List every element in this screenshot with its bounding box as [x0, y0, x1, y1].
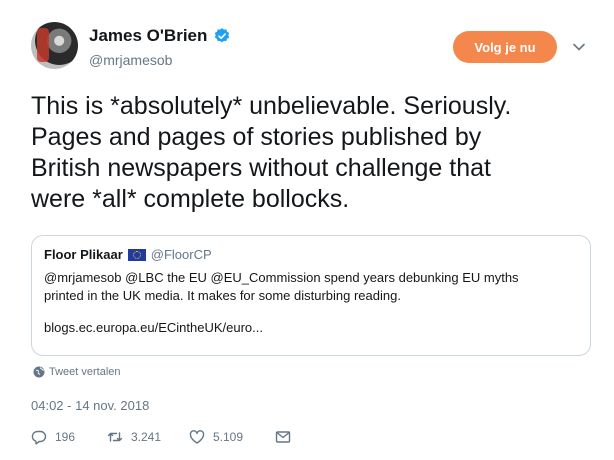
quote-author-handle: @FloorCP	[150, 247, 212, 262]
like-count: 5.109	[213, 430, 244, 444]
name-row: James O'Brien	[89, 26, 231, 46]
retweet-count: 3.241	[131, 430, 162, 444]
like-button[interactable]: 5.109	[189, 429, 243, 445]
retweet-button[interactable]: 3.241	[107, 429, 161, 445]
heart-icon	[189, 430, 205, 444]
quote-text: @mrjamesob @LBC the EU @EU_Commission sp…	[44, 269, 578, 305]
author-handle[interactable]: @mrjamesob	[89, 52, 231, 68]
quote-link[interactable]: blogs.ec.europa.eu/ECintheUK/euro...	[44, 320, 578, 335]
tweet-timestamp[interactable]: 04:02 - 14 nov. 2018	[31, 398, 149, 413]
reply-count: 196	[55, 430, 76, 444]
verified-badge-icon	[215, 28, 230, 43]
direct-message-button[interactable]	[275, 429, 291, 445]
reply-button[interactable]: 196	[31, 429, 75, 445]
author-block: James O'Brien @mrjamesob	[89, 26, 231, 68]
translate-tweet-link[interactable]: Tweet vertalen	[33, 366, 121, 378]
chevron-down-icon[interactable]	[572, 40, 586, 54]
reply-icon	[31, 430, 47, 445]
mail-icon	[275, 431, 291, 443]
retweet-icon	[107, 432, 123, 442]
follow-button[interactable]: Volg je nu	[453, 31, 557, 63]
quote-text-line: printed in the UK media. It makes for so…	[44, 288, 401, 303]
tweet-actions: 196 3.241 5.109	[31, 429, 321, 447]
translate-label: Tweet vertalen	[49, 366, 121, 378]
author-name[interactable]: James O'Brien	[89, 26, 207, 46]
quoted-tweet-card[interactable]: Floor Plikaar @FloorCP @mrjamesob @LBC t…	[31, 235, 591, 356]
tweet-text: This is *absolutely* unbelievable. Serio…	[31, 92, 512, 213]
avatar[interactable]	[31, 22, 78, 69]
eu-flag-icon	[127, 248, 146, 261]
quote-author-name: Floor Plikaar	[44, 247, 123, 262]
globe-icon	[33, 366, 45, 378]
quote-text-line: @mrjamesob @LBC the EU @EU_Commission sp…	[44, 270, 519, 285]
quote-header: Floor Plikaar @FloorCP	[44, 247, 578, 262]
tweet-header: James O'Brien @mrjamesob Volg je nu	[31, 22, 601, 78]
